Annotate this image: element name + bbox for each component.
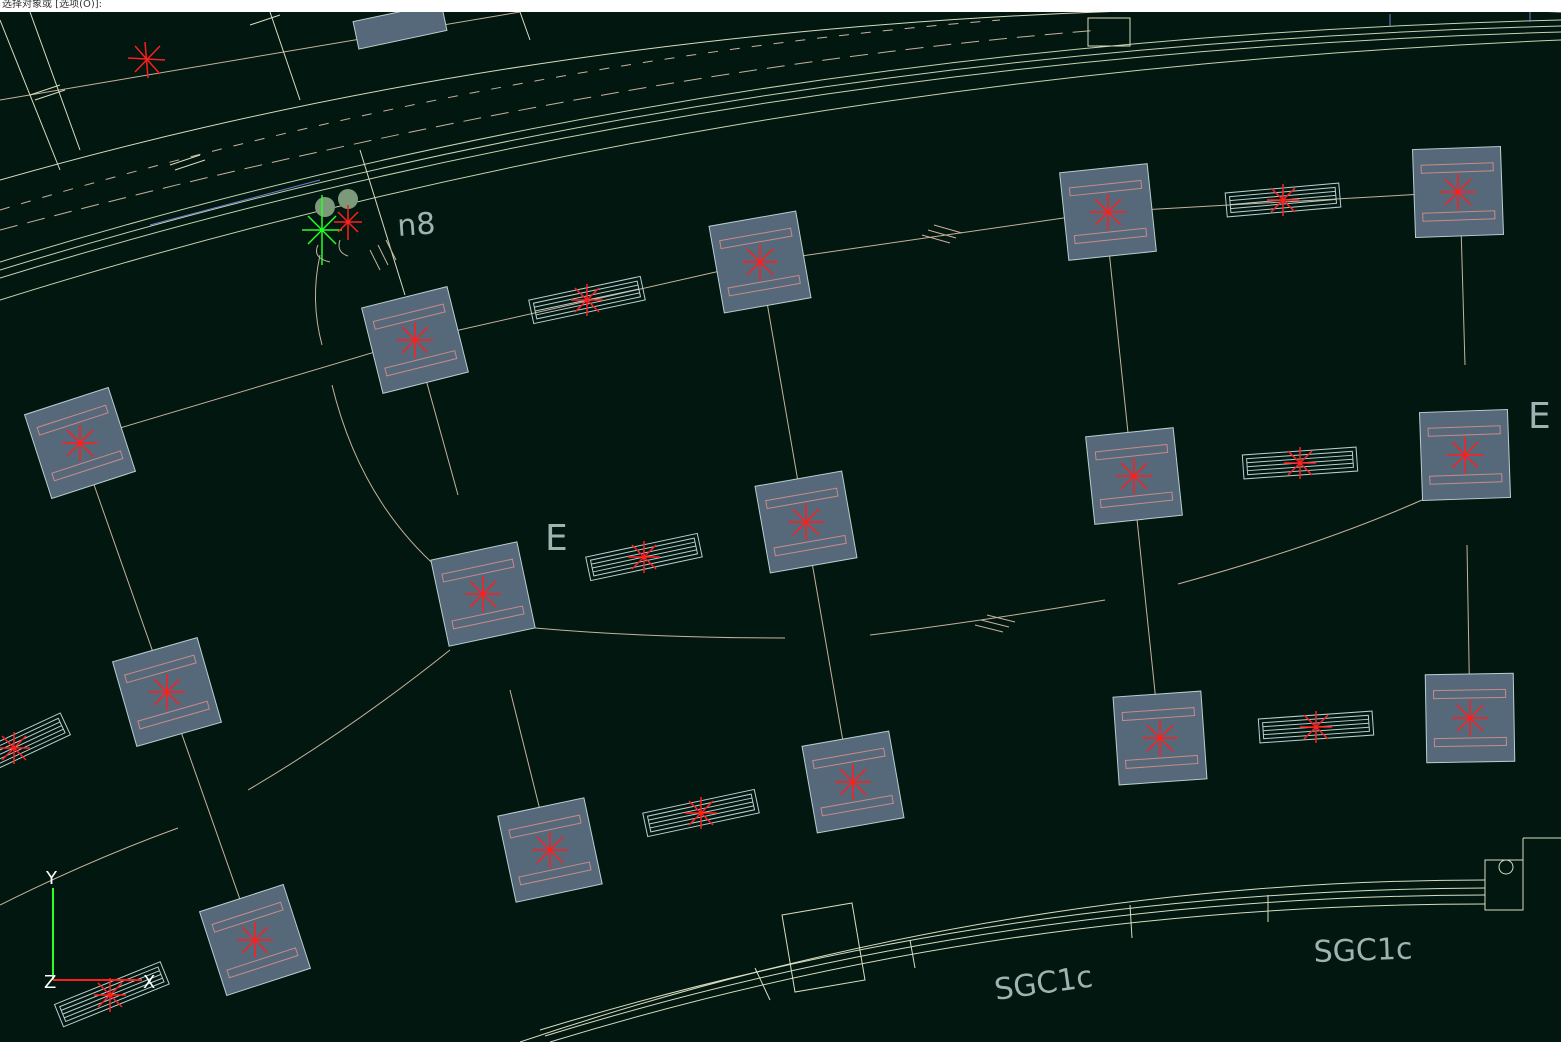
label-e-right: E bbox=[1528, 396, 1551, 437]
command-prompt-text: 选择对象或 [选项(O)]: bbox=[2, 0, 103, 10]
label-n8: n8 bbox=[396, 206, 436, 244]
cad-drawing-canvas[interactable]: n8 E E SGC1c SGC1c Y X Z bbox=[0, 12, 1561, 1042]
label-e-left: E bbox=[545, 518, 568, 559]
ucs-y-label: Y bbox=[45, 868, 58, 889]
command-line-bar: 选择对象或 [选项(O)]: bbox=[0, 0, 1561, 12]
ucs-x-label: X bbox=[143, 972, 155, 993]
ucs-z-label: Z bbox=[44, 972, 56, 993]
label-sgc1c-right: SGC1c bbox=[1313, 932, 1413, 970]
